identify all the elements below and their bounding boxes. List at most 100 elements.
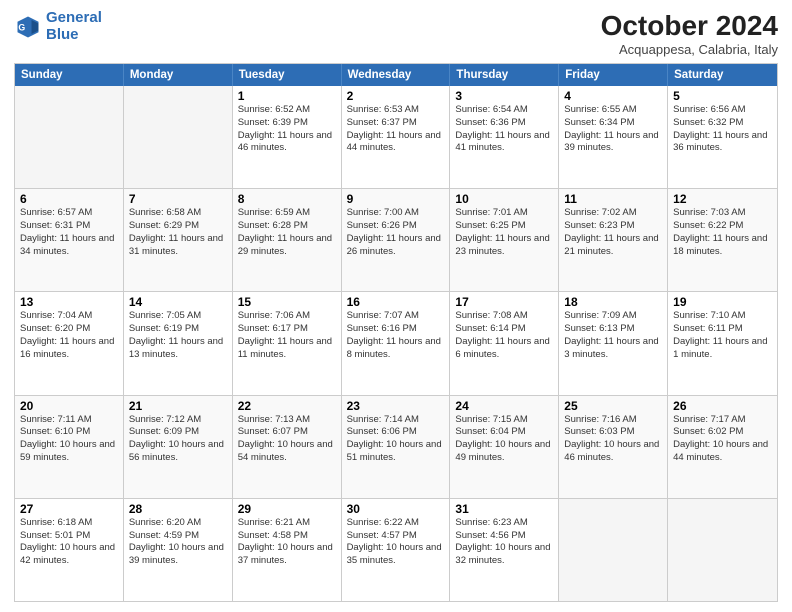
day-number: 27 xyxy=(20,502,118,516)
day-number: 24 xyxy=(455,399,553,413)
day-number: 12 xyxy=(673,192,772,206)
day-number: 6 xyxy=(20,192,118,206)
cell-info: Sunrise: 7:16 AM Sunset: 6:03 PM Dayligh… xyxy=(564,414,662,465)
cell-info: Sunrise: 7:02 AM Sunset: 6:23 PM Dayligh… xyxy=(564,207,662,258)
calendar-header-cell: Wednesday xyxy=(342,64,451,86)
calendar-row: 20Sunrise: 7:11 AM Sunset: 6:10 PM Dayli… xyxy=(15,395,777,498)
cell-info: Sunrise: 7:00 AM Sunset: 6:26 PM Dayligh… xyxy=(347,207,445,258)
calendar-row: 6Sunrise: 6:57 AM Sunset: 6:31 PM Daylig… xyxy=(15,188,777,291)
month-title: October 2024 xyxy=(601,10,778,42)
cell-info: Sunrise: 7:07 AM Sunset: 6:16 PM Dayligh… xyxy=(347,310,445,361)
cell-info: Sunrise: 7:05 AM Sunset: 6:19 PM Dayligh… xyxy=(129,310,227,361)
calendar-cell: 12Sunrise: 7:03 AM Sunset: 6:22 PM Dayli… xyxy=(668,189,777,291)
cell-info: Sunrise: 7:04 AM Sunset: 6:20 PM Dayligh… xyxy=(20,310,118,361)
calendar-cell: 10Sunrise: 7:01 AM Sunset: 6:25 PM Dayli… xyxy=(450,189,559,291)
day-number: 4 xyxy=(564,89,662,103)
calendar-header-cell: Saturday xyxy=(668,64,777,86)
cell-info: Sunrise: 6:20 AM Sunset: 4:59 PM Dayligh… xyxy=(129,517,227,568)
day-number: 25 xyxy=(564,399,662,413)
cell-info: Sunrise: 6:54 AM Sunset: 6:36 PM Dayligh… xyxy=(455,104,553,155)
cell-info: Sunrise: 7:06 AM Sunset: 6:17 PM Dayligh… xyxy=(238,310,336,361)
calendar-cell: 27Sunrise: 6:18 AM Sunset: 5:01 PM Dayli… xyxy=(15,499,124,601)
day-number: 30 xyxy=(347,502,445,516)
logo: G General Blue xyxy=(14,10,102,43)
calendar-header-cell: Thursday xyxy=(450,64,559,86)
calendar-cell: 17Sunrise: 7:08 AM Sunset: 6:14 PM Dayli… xyxy=(450,292,559,394)
day-number: 2 xyxy=(347,89,445,103)
day-number: 20 xyxy=(20,399,118,413)
header: G General Blue October 2024 Acquappesa, … xyxy=(14,10,778,57)
day-number: 8 xyxy=(238,192,336,206)
title-block: October 2024 Acquappesa, Calabria, Italy xyxy=(601,10,778,57)
day-number: 3 xyxy=(455,89,553,103)
calendar-cell xyxy=(668,499,777,601)
calendar-cell: 5Sunrise: 6:56 AM Sunset: 6:32 PM Daylig… xyxy=(668,86,777,188)
day-number: 11 xyxy=(564,192,662,206)
calendar-cell xyxy=(15,86,124,188)
cell-info: Sunrise: 7:17 AM Sunset: 6:02 PM Dayligh… xyxy=(673,414,772,465)
day-number: 16 xyxy=(347,295,445,309)
calendar-cell: 3Sunrise: 6:54 AM Sunset: 6:36 PM Daylig… xyxy=(450,86,559,188)
day-number: 21 xyxy=(129,399,227,413)
calendar-cell: 14Sunrise: 7:05 AM Sunset: 6:19 PM Dayli… xyxy=(124,292,233,394)
cell-info: Sunrise: 6:52 AM Sunset: 6:39 PM Dayligh… xyxy=(238,104,336,155)
cell-info: Sunrise: 7:03 AM Sunset: 6:22 PM Dayligh… xyxy=(673,207,772,258)
calendar-row: 27Sunrise: 6:18 AM Sunset: 5:01 PM Dayli… xyxy=(15,498,777,601)
calendar-cell: 19Sunrise: 7:10 AM Sunset: 6:11 PM Dayli… xyxy=(668,292,777,394)
cell-info: Sunrise: 7:08 AM Sunset: 6:14 PM Dayligh… xyxy=(455,310,553,361)
calendar-cell xyxy=(559,499,668,601)
calendar-cell: 20Sunrise: 7:11 AM Sunset: 6:10 PM Dayli… xyxy=(15,396,124,498)
location-subtitle: Acquappesa, Calabria, Italy xyxy=(601,42,778,57)
calendar-cell: 9Sunrise: 7:00 AM Sunset: 6:26 PM Daylig… xyxy=(342,189,451,291)
cell-info: Sunrise: 7:13 AM Sunset: 6:07 PM Dayligh… xyxy=(238,414,336,465)
calendar-header: SundayMondayTuesdayWednesdayThursdayFrid… xyxy=(15,64,777,86)
calendar-header-cell: Tuesday xyxy=(233,64,342,86)
calendar-cell: 25Sunrise: 7:16 AM Sunset: 6:03 PM Dayli… xyxy=(559,396,668,498)
calendar-cell: 31Sunrise: 6:23 AM Sunset: 4:56 PM Dayli… xyxy=(450,499,559,601)
page: G General Blue October 2024 Acquappesa, … xyxy=(0,0,792,612)
calendar-cell: 13Sunrise: 7:04 AM Sunset: 6:20 PM Dayli… xyxy=(15,292,124,394)
day-number: 1 xyxy=(238,89,336,103)
calendar-cell: 2Sunrise: 6:53 AM Sunset: 6:37 PM Daylig… xyxy=(342,86,451,188)
calendar-header-cell: Monday xyxy=(124,64,233,86)
day-number: 9 xyxy=(347,192,445,206)
day-number: 5 xyxy=(673,89,772,103)
logo-text: General Blue xyxy=(46,10,102,43)
calendar-cell: 15Sunrise: 7:06 AM Sunset: 6:17 PM Dayli… xyxy=(233,292,342,394)
cell-info: Sunrise: 6:23 AM Sunset: 4:56 PM Dayligh… xyxy=(455,517,553,568)
day-number: 13 xyxy=(20,295,118,309)
cell-info: Sunrise: 6:55 AM Sunset: 6:34 PM Dayligh… xyxy=(564,104,662,155)
calendar-row: 13Sunrise: 7:04 AM Sunset: 6:20 PM Dayli… xyxy=(15,291,777,394)
cell-info: Sunrise: 6:56 AM Sunset: 6:32 PM Dayligh… xyxy=(673,104,772,155)
svg-text:G: G xyxy=(18,22,25,32)
cell-info: Sunrise: 7:01 AM Sunset: 6:25 PM Dayligh… xyxy=(455,207,553,258)
day-number: 19 xyxy=(673,295,772,309)
calendar-cell: 7Sunrise: 6:58 AM Sunset: 6:29 PM Daylig… xyxy=(124,189,233,291)
calendar-cell: 21Sunrise: 7:12 AM Sunset: 6:09 PM Dayli… xyxy=(124,396,233,498)
cell-info: Sunrise: 7:09 AM Sunset: 6:13 PM Dayligh… xyxy=(564,310,662,361)
logo-icon: G xyxy=(14,13,42,41)
day-number: 10 xyxy=(455,192,553,206)
calendar-cell: 24Sunrise: 7:15 AM Sunset: 6:04 PM Dayli… xyxy=(450,396,559,498)
cell-info: Sunrise: 6:57 AM Sunset: 6:31 PM Dayligh… xyxy=(20,207,118,258)
calendar-cell: 23Sunrise: 7:14 AM Sunset: 6:06 PM Dayli… xyxy=(342,396,451,498)
day-number: 26 xyxy=(673,399,772,413)
calendar-cell: 8Sunrise: 6:59 AM Sunset: 6:28 PM Daylig… xyxy=(233,189,342,291)
cell-info: Sunrise: 7:12 AM Sunset: 6:09 PM Dayligh… xyxy=(129,414,227,465)
cell-info: Sunrise: 6:53 AM Sunset: 6:37 PM Dayligh… xyxy=(347,104,445,155)
cell-info: Sunrise: 7:11 AM Sunset: 6:10 PM Dayligh… xyxy=(20,414,118,465)
cell-info: Sunrise: 6:58 AM Sunset: 6:29 PM Dayligh… xyxy=(129,207,227,258)
calendar: SundayMondayTuesdayWednesdayThursdayFrid… xyxy=(14,63,778,602)
calendar-header-cell: Sunday xyxy=(15,64,124,86)
calendar-cell: 26Sunrise: 7:17 AM Sunset: 6:02 PM Dayli… xyxy=(668,396,777,498)
cell-info: Sunrise: 6:18 AM Sunset: 5:01 PM Dayligh… xyxy=(20,517,118,568)
calendar-cell xyxy=(124,86,233,188)
cell-info: Sunrise: 6:21 AM Sunset: 4:58 PM Dayligh… xyxy=(238,517,336,568)
calendar-cell: 1Sunrise: 6:52 AM Sunset: 6:39 PM Daylig… xyxy=(233,86,342,188)
day-number: 31 xyxy=(455,502,553,516)
day-number: 18 xyxy=(564,295,662,309)
day-number: 14 xyxy=(129,295,227,309)
cell-info: Sunrise: 6:59 AM Sunset: 6:28 PM Dayligh… xyxy=(238,207,336,258)
calendar-cell: 18Sunrise: 7:09 AM Sunset: 6:13 PM Dayli… xyxy=(559,292,668,394)
calendar-cell: 16Sunrise: 7:07 AM Sunset: 6:16 PM Dayli… xyxy=(342,292,451,394)
